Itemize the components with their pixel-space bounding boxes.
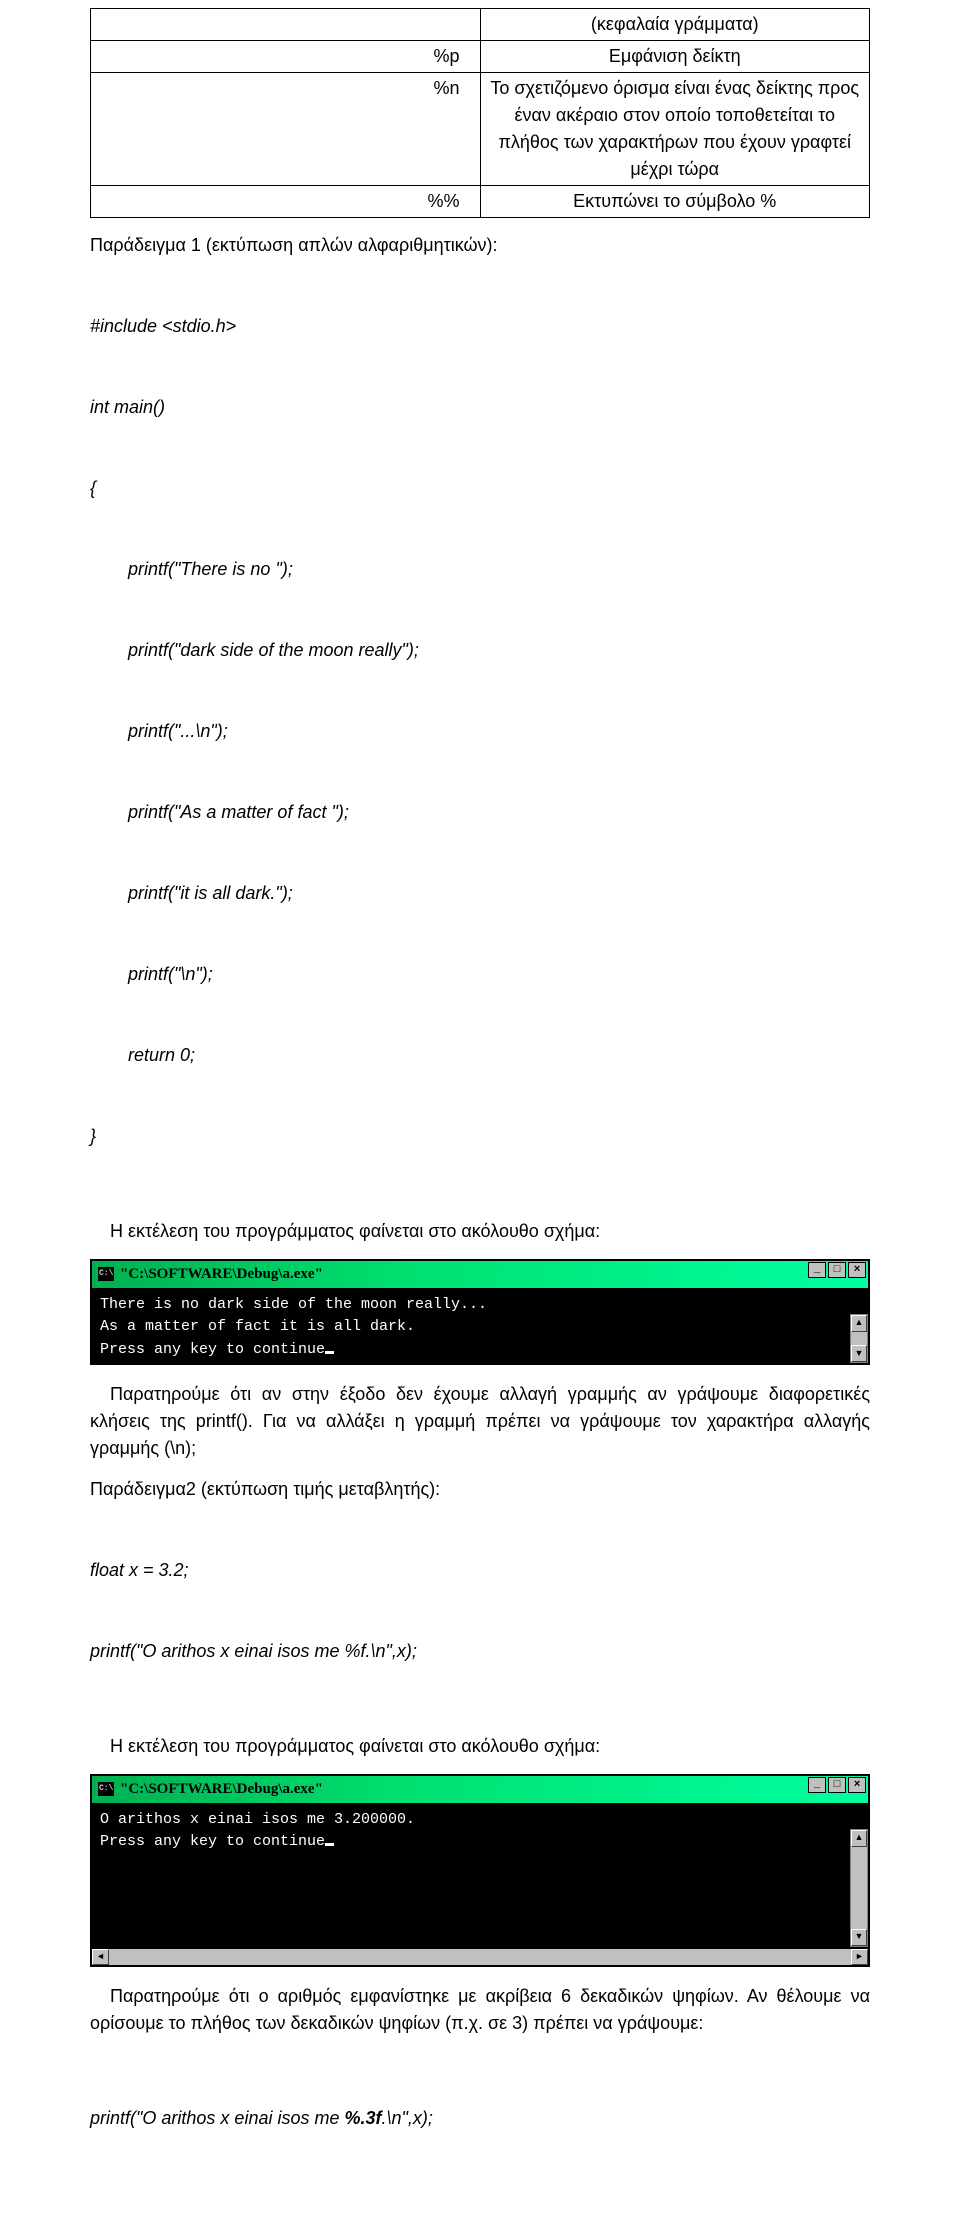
cursor-icon bbox=[325, 1351, 334, 1354]
example1-code: #include <stdio.h> int main() { printf("… bbox=[90, 259, 870, 1204]
terminal-title-bar: "C:\SOFTWARE\Debug\a.exe" _ □ × bbox=[90, 1259, 870, 1290]
code-line: { bbox=[90, 475, 870, 502]
term-line: There is no dark side of the moon really… bbox=[100, 1296, 487, 1313]
code-line: int main() bbox=[90, 394, 870, 421]
cmd-icon bbox=[98, 1267, 114, 1281]
scroll-down-button[interactable]: ▼ bbox=[851, 1345, 867, 1362]
term-line: Press any key to continue bbox=[100, 1341, 325, 1358]
code-line: float x = 3.2; bbox=[90, 1557, 870, 1584]
observation-2: Παρατηρούμε ότι ο αριθμός εμφανίστηκε με… bbox=[90, 1983, 870, 2037]
exec-note-2: Η εκτέλεση του προγράμματος φαίνεται στο… bbox=[90, 1733, 870, 1760]
term-line: O arithos x einai isos me 3.200000. bbox=[100, 1811, 415, 1828]
code-line: #include <stdio.h> bbox=[90, 313, 870, 340]
cell-p-desc: Εμφάνιση δείκτη bbox=[480, 41, 870, 73]
scroll-left-button[interactable]: ◄ bbox=[92, 1949, 109, 1965]
code-line: printf("As a matter of fact "); bbox=[90, 799, 870, 826]
code-line: } bbox=[90, 1123, 870, 1150]
example2-title: Παράδειγμα2 (εκτύπωση τιμής μεταβλητής): bbox=[90, 1476, 870, 1503]
format-spec-table: (κεφαλαία γράμματα) %p Εμφάνιση δείκτη %… bbox=[90, 8, 870, 218]
code-line: printf("dark side of the moon really"); bbox=[90, 637, 870, 664]
terminal-title-text: "C:\SOFTWARE\Debug\a.exe" bbox=[120, 1778, 323, 1801]
cursor-icon bbox=[325, 1843, 334, 1846]
code-line: printf("\n"); bbox=[90, 961, 870, 988]
code-line: printf("O arithos x einai isos me %f.\n"… bbox=[90, 1638, 870, 1665]
cell-n-desc: Το σχετιζόμενο όρισμα είναι ένας δείκτης… bbox=[480, 73, 870, 186]
scroll-up-button[interactable]: ▲ bbox=[851, 1830, 867, 1847]
close-button[interactable]: × bbox=[848, 1777, 866, 1793]
code-line: return 0; bbox=[90, 1042, 870, 1069]
exec-note-1: Η εκτέλεση του προγράμματος φαίνεται στο… bbox=[90, 1218, 870, 1245]
horizontal-scrollbar[interactable]: ◄ ► bbox=[90, 1949, 870, 1967]
cell-empty bbox=[91, 9, 481, 41]
cmd-icon bbox=[98, 1782, 114, 1796]
example1-title: Παράδειγμα 1 (εκτύπωση απλών αλφαριθμητι… bbox=[90, 232, 870, 259]
cell-caps: (κεφαλαία γράμματα) bbox=[480, 9, 870, 41]
vertical-scrollbar[interactable]: ▲ ▼ bbox=[850, 1829, 868, 1947]
term-line: Press any key to continue bbox=[100, 1833, 325, 1850]
minimize-button[interactable]: _ bbox=[808, 1777, 826, 1793]
code-line: printf("...\n"); bbox=[90, 718, 870, 745]
observation-1: Παρατηρούμε ότι αν στην έξοδο δεν έχουμε… bbox=[90, 1381, 870, 1462]
terminal-title-bar: "C:\SOFTWARE\Debug\a.exe" _ □ × bbox=[90, 1774, 870, 1805]
scroll-up-button[interactable]: ▲ bbox=[851, 1315, 867, 1332]
example2-code: float x = 3.2; printf("O arithos x einai… bbox=[90, 1503, 870, 1719]
cell-pct-spec: %% bbox=[91, 186, 481, 218]
terminal-output: O arithos x einai isos me 3.200000. Pres… bbox=[90, 1805, 870, 1949]
code-line: printf("There is no "); bbox=[90, 556, 870, 583]
term-line: As a matter of fact it is all dark. bbox=[100, 1318, 415, 1335]
example3-code: printf("O arithos x einai isos me %.3f.\… bbox=[90, 2051, 870, 2186]
code-line: printf("it is all dark."); bbox=[90, 880, 870, 907]
scroll-right-button[interactable]: ► bbox=[851, 1949, 868, 1965]
terminal-2: "C:\SOFTWARE\Debug\a.exe" _ □ × O aritho… bbox=[90, 1774, 870, 1967]
maximize-button[interactable]: □ bbox=[828, 1262, 846, 1278]
terminal-output: There is no dark side of the moon really… bbox=[90, 1290, 870, 1366]
scroll-down-button[interactable]: ▼ bbox=[851, 1929, 867, 1946]
terminal-title-text: "C:\SOFTWARE\Debug\a.exe" bbox=[120, 1263, 323, 1286]
vertical-scrollbar[interactable]: ▲ ▼ bbox=[850, 1314, 868, 1364]
cell-n-spec: %n bbox=[91, 73, 481, 186]
minimize-button[interactable]: _ bbox=[808, 1262, 826, 1278]
maximize-button[interactable]: □ bbox=[828, 1777, 846, 1793]
close-button[interactable]: × bbox=[848, 1262, 866, 1278]
terminal-1: "C:\SOFTWARE\Debug\a.exe" _ □ × There is… bbox=[90, 1259, 870, 1365]
cell-p-spec: %p bbox=[91, 41, 481, 73]
code-line: printf("O arithos x einai isos me %.3f.\… bbox=[90, 2105, 870, 2132]
cell-pct-desc: Εκτυπώνει το σύμβολο % bbox=[480, 186, 870, 218]
